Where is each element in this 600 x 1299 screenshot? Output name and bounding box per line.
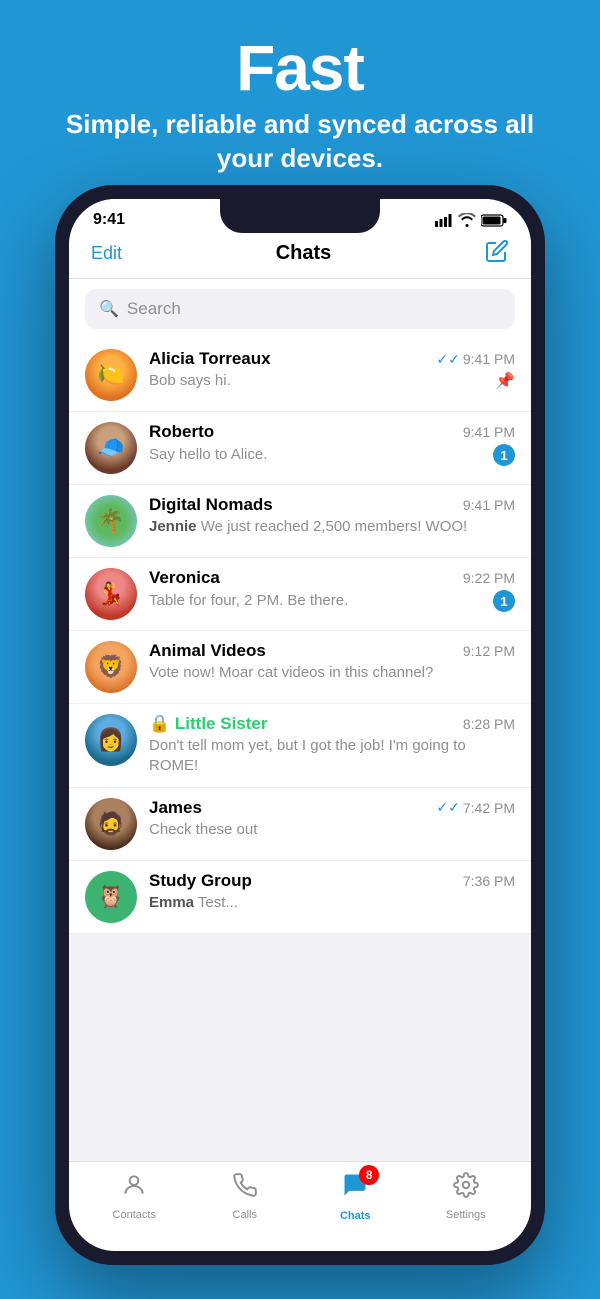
chat-time-nomads: 9:41 PM <box>463 497 515 513</box>
avatar-veronica: 💃 <box>85 568 137 620</box>
chat-name-nomads: Digital Nomads <box>149 495 273 515</box>
chat-item-animals[interactable]: 🦁 Animal Videos 9:12 PM Vote now! Moar c… <box>69 631 531 704</box>
tab-settings[interactable]: Settings <box>411 1172 522 1221</box>
search-input[interactable]: Search <box>127 299 181 319</box>
avatar-roberto: 🧢 <box>85 422 137 474</box>
chat-preview-veronica: Table for four, 2 PM. Be there. <box>149 591 348 611</box>
chat-preview-animals: Vote now! Moar cat videos in this channe… <box>149 663 515 683</box>
chat-content-nomads: Digital Nomads 9:41 PM Jennie We just re… <box>149 495 515 537</box>
signal-icon <box>435 214 453 227</box>
chat-time-roberto: 9:41 PM <box>463 424 515 440</box>
tab-chats[interactable]: 8 Chats <box>300 1171 411 1222</box>
chat-item-veronica[interactable]: 💃 Veronica 9:22 PM Table for four, 2 PM.… <box>69 558 531 631</box>
chat-preview-nomads: Jennie We just reached 2,500 members! WO… <box>149 517 515 537</box>
status-icons <box>435 213 507 227</box>
avatar-study: 🦉 <box>85 871 137 923</box>
hero-title: Fast <box>40 36 560 100</box>
chat-content-veronica: Veronica 9:22 PM Table for four, 2 PM. B… <box>149 568 515 612</box>
chat-content-alicia: Alicia Torreaux ✓✓ 9:41 PM Bob says hi. … <box>149 349 515 391</box>
chat-preview-roberto: Say hello to Alice. <box>149 445 267 465</box>
avatar-sister: 👩 <box>85 714 137 766</box>
tab-label-chats: Chats <box>340 1210 371 1222</box>
chat-item-study[interactable]: 🦉 Study Group 7:36 PM Emma Test... <box>69 861 531 934</box>
chat-name-james: James <box>149 798 202 818</box>
tab-label-contacts: Contacts <box>113 1209 156 1221</box>
hero-subtitle: Simple, reliable and synced across all y… <box>40 108 560 176</box>
tab-contacts[interactable]: Contacts <box>79 1172 190 1221</box>
tab-calls[interactable]: Calls <box>190 1172 301 1221</box>
chat-name-roberto: Roberto <box>149 422 214 442</box>
chat-time-james: ✓✓ 7:42 PM <box>436 799 515 816</box>
chat-time-alicia: ✓✓ 9:41 PM <box>436 351 515 368</box>
chat-list: 🍋 Alicia Torreaux ✓✓ 9:41 PM Bob says hi… <box>69 339 531 934</box>
tab-label-calls: Calls <box>233 1209 257 1221</box>
nav-title: Chats <box>276 242 332 265</box>
chat-item-alicia[interactable]: 🍋 Alicia Torreaux ✓✓ 9:41 PM Bob says hi… <box>69 339 531 412</box>
badge-roberto: 1 <box>493 444 515 466</box>
chat-preview-sister: Don't tell mom yet, but I got the job! I… <box>149 736 515 777</box>
avatar-james: 🧔 <box>85 798 137 850</box>
status-time: 9:41 <box>93 211 125 229</box>
chat-content-study: Study Group 7:36 PM Emma Test... <box>149 871 515 913</box>
chat-item-roberto[interactable]: 🧢 Roberto 9:41 PM Say hello to Alice. 1 <box>69 412 531 485</box>
chat-content-animals: Animal Videos 9:12 PM Vote now! Moar cat… <box>149 641 515 683</box>
double-check-icon-james: ✓✓ <box>436 799 459 816</box>
compose-button[interactable] <box>485 239 509 268</box>
chat-time-sister: 8:28 PM <box>463 716 515 732</box>
phone-screen: 9:41 <box>69 199 531 1251</box>
wifi-icon <box>458 213 476 227</box>
chat-preview-alicia: Bob says hi. <box>149 371 231 391</box>
chat-name-animals: Animal Videos <box>149 641 266 661</box>
chat-time-animals: 9:12 PM <box>463 643 515 659</box>
phone-icon <box>232 1172 258 1205</box>
chats-badge: 8 <box>359 1165 379 1185</box>
nav-bar: Edit Chats <box>69 233 531 279</box>
phone-notch <box>220 199 380 233</box>
chat-name-study: Study Group <box>149 871 252 891</box>
chat-name-sister: 🔒 Little Sister <box>149 714 268 734</box>
double-check-icon: ✓✓ <box>436 351 459 368</box>
chat-content-sister: 🔒 Little Sister 8:28 PM Don't tell mom y… <box>149 714 515 777</box>
avatar-animals: 🦁 <box>85 641 137 693</box>
chat-name-alicia: Alicia Torreaux <box>149 349 271 369</box>
chat-time-veronica: 9:22 PM <box>463 570 515 586</box>
search-icon: 🔍 <box>99 299 119 319</box>
chat-preview-james: Check these out <box>149 820 515 840</box>
chat-time-study: 7:36 PM <box>463 873 515 889</box>
chat-icon: 8 <box>341 1171 369 1206</box>
chat-item-james[interactable]: 🧔 James ✓✓ 7:42 PM Check these out <box>69 788 531 861</box>
tab-label-settings: Settings <box>446 1209 486 1221</box>
lock-icon-sister: 🔒 <box>149 714 170 733</box>
chat-item-sister[interactable]: 👩 🔒 Little Sister 8:28 PM Don't tell mom… <box>69 704 531 788</box>
battery-icon <box>481 214 507 227</box>
badge-veronica: 1 <box>493 590 515 612</box>
person-icon <box>121 1172 147 1205</box>
avatar-alicia: 🍋 <box>85 349 137 401</box>
search-container: 🔍 Search <box>69 279 531 339</box>
chat-preview-study: Emma Test... <box>149 893 515 913</box>
chat-content-james: James ✓✓ 7:42 PM Check these out <box>149 798 515 840</box>
phone-frame: 9:41 <box>55 185 545 1265</box>
chat-name-veronica: Veronica <box>149 568 220 588</box>
avatar-nomads: 🌴 <box>85 495 137 547</box>
pin-icon-alicia: 📌 <box>495 371 515 391</box>
search-bar[interactable]: 🔍 Search <box>85 289 515 329</box>
chat-item-nomads[interactable]: 🌴 Digital Nomads 9:41 PM Jennie We just … <box>69 485 531 558</box>
settings-icon <box>453 1172 479 1205</box>
hero-section: Fast Simple, reliable and synced across … <box>0 0 600 196</box>
chat-content-roberto: Roberto 9:41 PM Say hello to Alice. 1 <box>149 422 515 466</box>
tab-bar: Contacts Calls 8 Chats <box>69 1161 531 1251</box>
edit-button[interactable]: Edit <box>91 243 122 264</box>
